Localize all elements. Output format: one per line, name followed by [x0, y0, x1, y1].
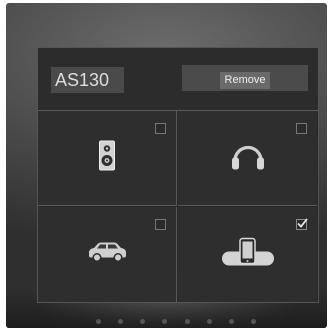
headphones-icon — [230, 141, 266, 176]
phone-dock-icon — [221, 237, 275, 272]
background-dots — [96, 319, 256, 327]
mode-checkbox-speaker[interactable] — [155, 123, 166, 134]
mode-tile-car[interactable] — [38, 207, 177, 302]
speaker-icon — [99, 140, 115, 176]
checkmark-icon — [297, 218, 308, 228]
app-screen: AS130 Remove — [6, 3, 327, 328]
device-name-label: AS130 — [51, 67, 124, 93]
mode-checkbox-car[interactable] — [155, 219, 166, 230]
mode-checkbox-phone-dock[interactable] — [296, 218, 308, 230]
car-icon — [86, 241, 128, 268]
remove-button[interactable]: Remove — [182, 65, 308, 91]
mode-tile-speaker[interactable] — [38, 111, 177, 206]
remove-button-label: Remove — [219, 71, 271, 89]
device-header: AS130 Remove — [38, 48, 318, 111]
device-panel: AS130 Remove — [37, 47, 319, 303]
mode-tile-headphones[interactable] — [178, 111, 317, 206]
mode-checkbox-headphones[interactable] — [296, 123, 307, 134]
mode-grid — [38, 111, 318, 302]
mode-tile-phone-dock[interactable] — [178, 207, 317, 302]
